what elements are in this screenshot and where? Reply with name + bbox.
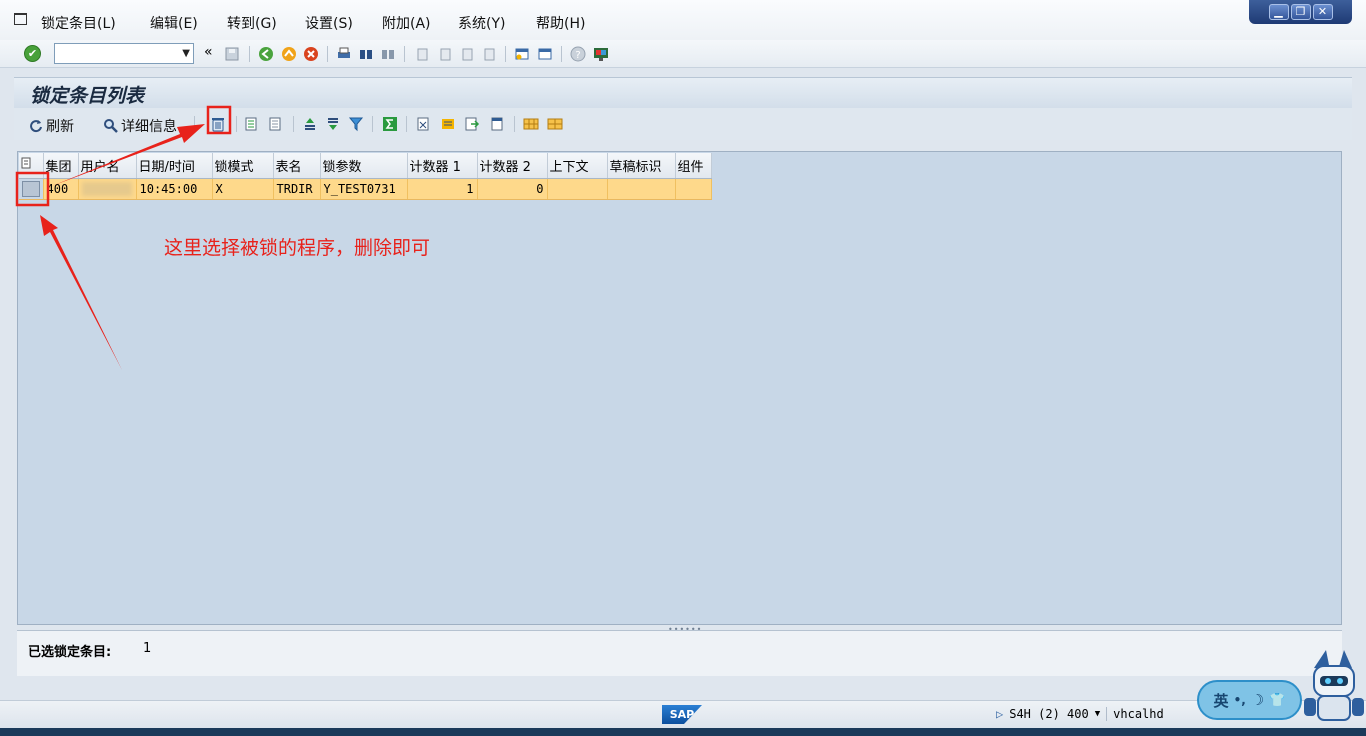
robot-mascot-icon <box>1304 650 1364 721</box>
arrow-to-row <box>40 215 122 370</box>
ime-toolbar[interactable]: 英 •, ☽ 👕 <box>1197 680 1302 720</box>
annotation-arrows <box>15 105 232 370</box>
punctuation-icon[interactable]: •, <box>1234 693 1246 707</box>
status-bar: SAP ▷ S4H (2) 400 ▼ vhcalhd <box>0 700 1366 728</box>
system-id: S4H (2) 400 <box>1009 707 1089 721</box>
annotation-text: 这里选择被锁的程序，删除即可 <box>164 237 431 259</box>
moon-icon[interactable]: ☽ <box>1251 691 1264 709</box>
system-info[interactable]: ▷ S4H (2) 400 ▼ vhcalhd <box>996 707 1164 721</box>
sap-logo: SAP <box>662 705 702 724</box>
chevron-down-icon[interactable]: ▼ <box>1095 709 1100 719</box>
expand-icon[interactable]: ▷ <box>996 707 1003 721</box>
row-highlight-box <box>15 171 50 207</box>
host-name: vhcalhd <box>1106 707 1164 721</box>
os-taskbar <box>0 728 1366 736</box>
shirt-icon[interactable]: 👕 <box>1269 693 1285 708</box>
delete-highlight-box <box>206 105 232 135</box>
arrow-to-delete <box>52 124 205 186</box>
ime-language[interactable]: 英 <box>1214 690 1229 711</box>
